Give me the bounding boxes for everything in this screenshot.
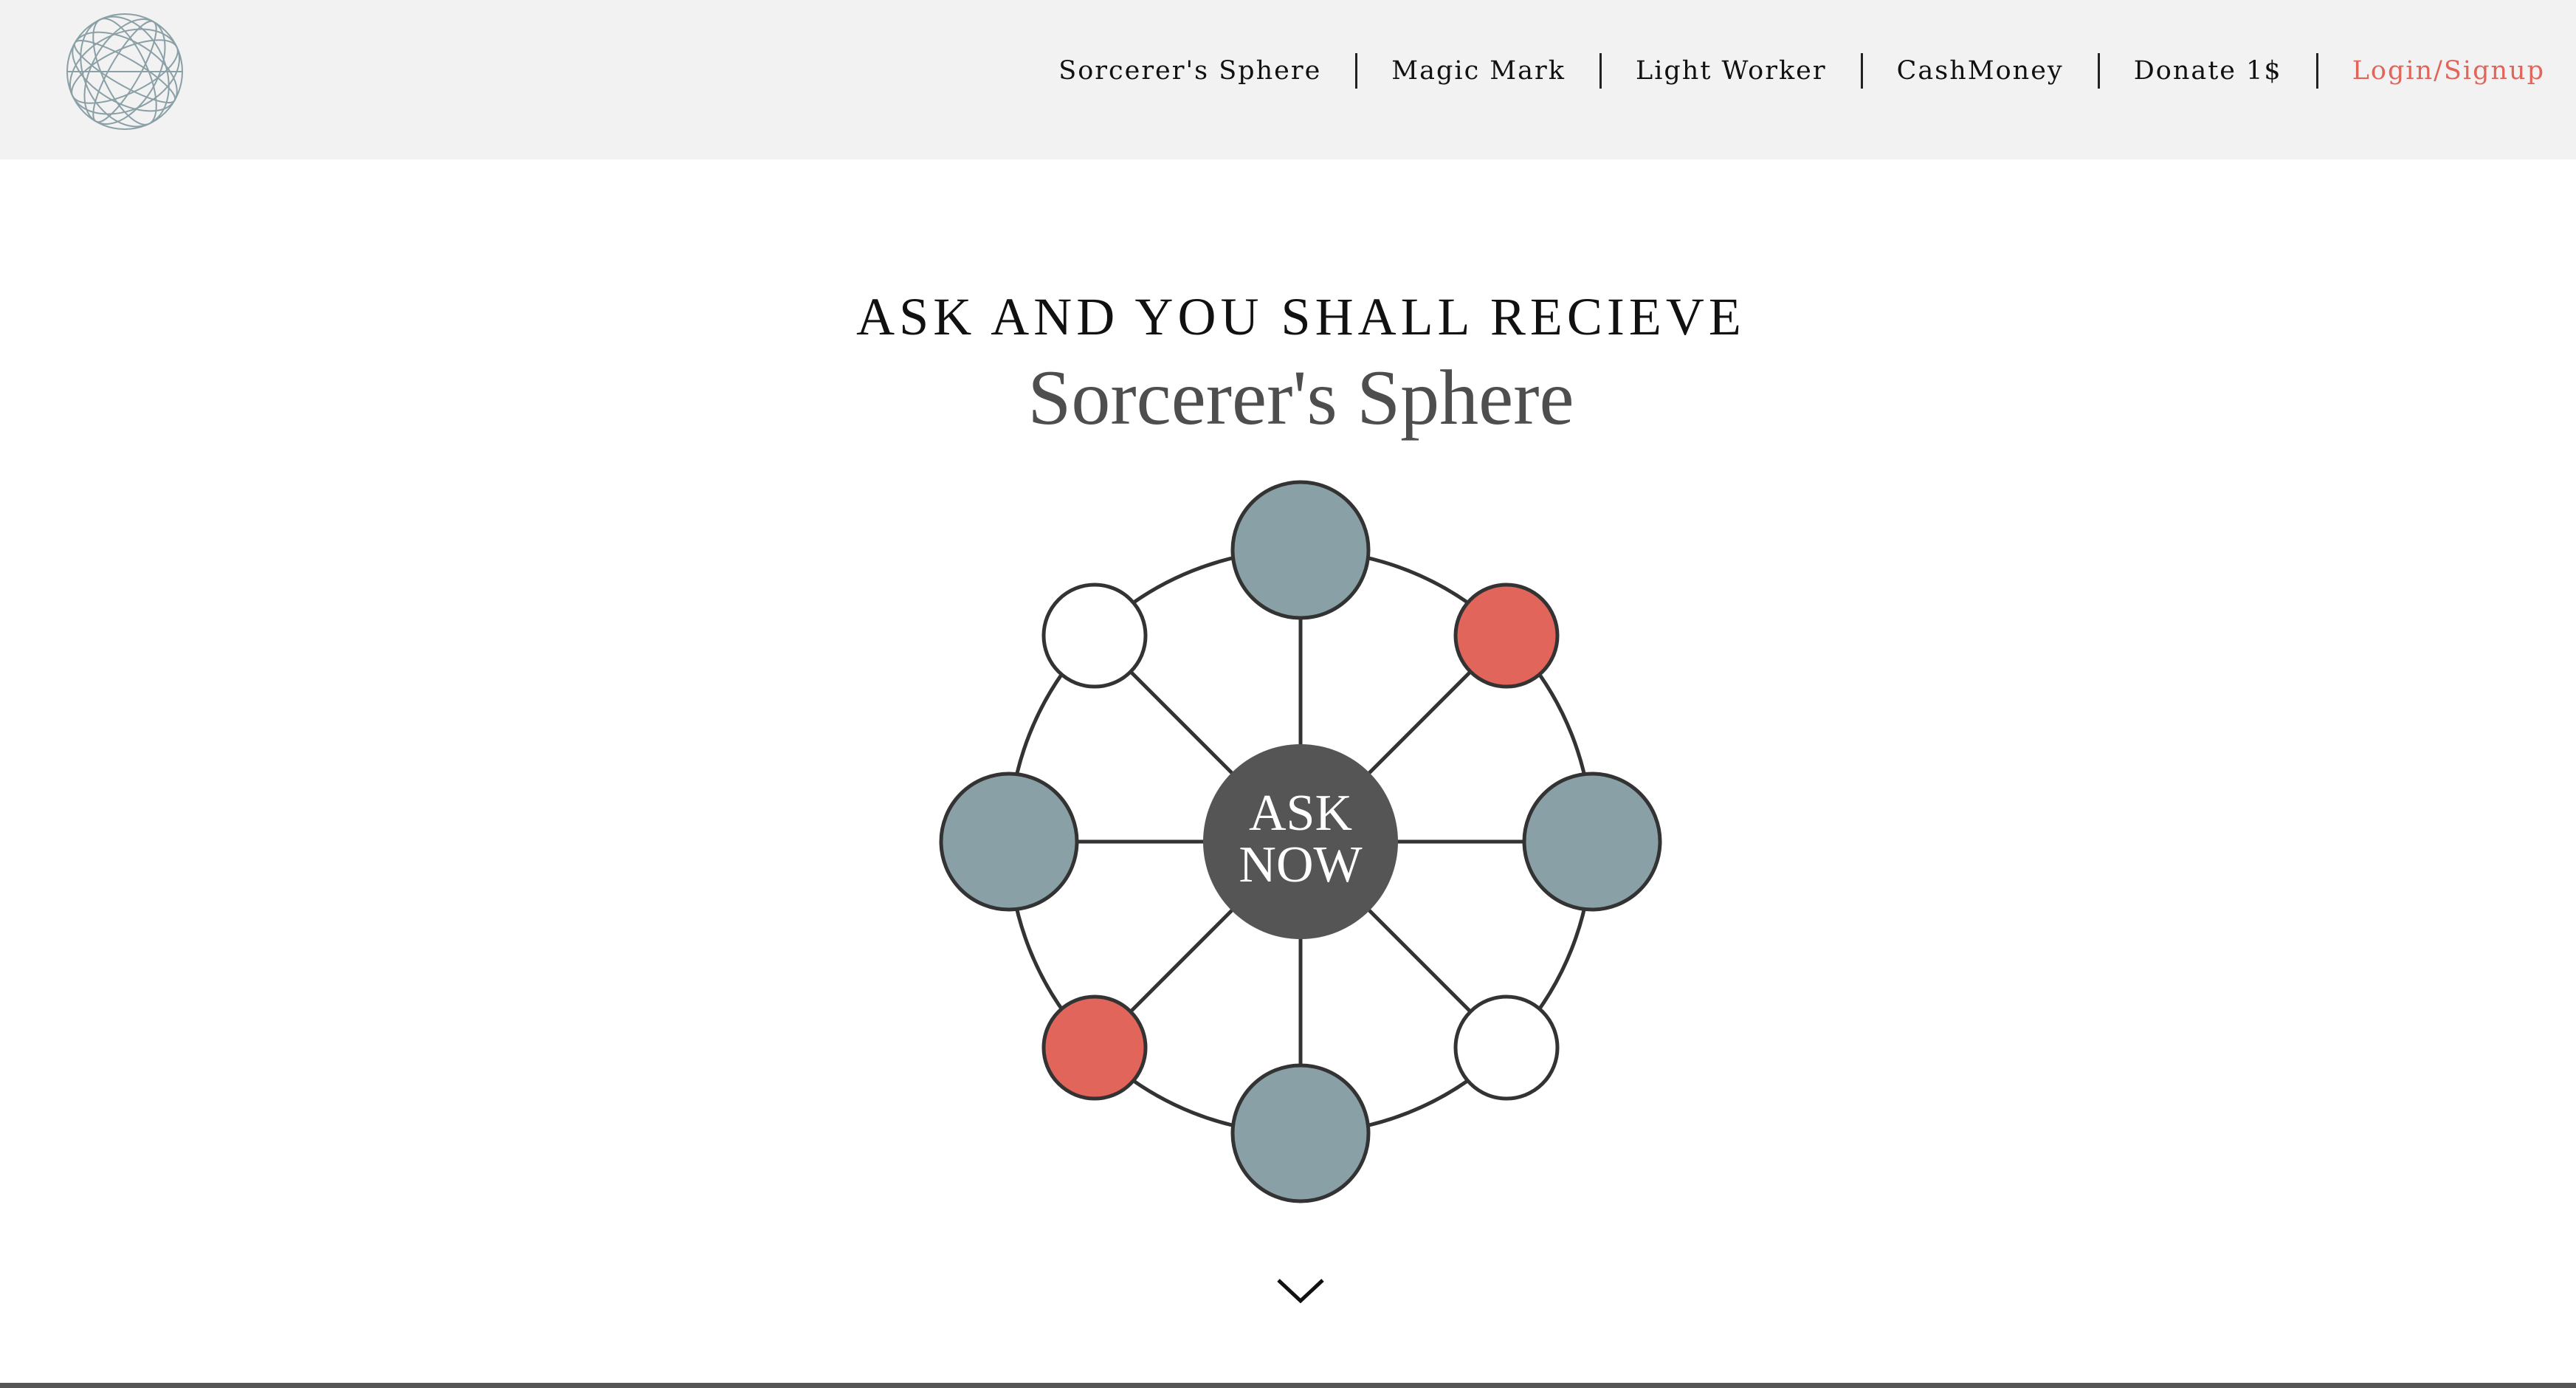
page-title: Sorcerer's Sphere <box>1027 354 1574 441</box>
nav-magic-mark[interactable]: Magic Mark <box>1357 49 1599 93</box>
sphere-node-top-left[interactable] <box>1041 583 1148 689</box>
nav-cashmoney[interactable]: CashMoney <box>1863 49 2098 93</box>
main-nav: Sorcerer's Sphere Magic Mark Light Worke… <box>1058 49 2545 93</box>
footer-divider <box>0 1383 2576 1388</box>
sphere-node-bottom[interactable] <box>1230 1063 1371 1203</box>
chevron-down-icon[interactable] <box>1274 1273 1327 1308</box>
sphere-diagram: ASK NOW <box>939 480 1662 1203</box>
sphere-node-top[interactable] <box>1230 480 1371 620</box>
site-header: Sorcerer's Sphere Magic Mark Light Worke… <box>0 0 2576 159</box>
sphere-node-bottom-left[interactable] <box>1041 994 1148 1101</box>
ask-now-line2: NOW <box>1239 836 1362 893</box>
nav-donate[interactable]: Donate 1$ <box>2100 49 2316 93</box>
nav-light-worker[interactable]: Light Worker <box>1602 49 1861 93</box>
globe-icon[interactable] <box>63 10 186 133</box>
login-signup-link[interactable]: Login/Signup <box>2318 49 2545 93</box>
ask-now-line1: ASK <box>1249 785 1352 842</box>
ask-now-button[interactable]: ASK NOW <box>1203 744 1398 939</box>
nav-sorcerers-sphere[interactable]: Sorcerer's Sphere <box>1058 49 1355 93</box>
sphere-node-bottom-right[interactable] <box>1453 994 1560 1101</box>
sphere-node-left[interactable] <box>939 772 1079 912</box>
hero-kicker: ASK AND YOU SHALL RECIEVE <box>856 287 1746 346</box>
sphere-node-top-right[interactable] <box>1453 583 1560 689</box>
sphere-node-right[interactable] <box>1522 772 1662 912</box>
